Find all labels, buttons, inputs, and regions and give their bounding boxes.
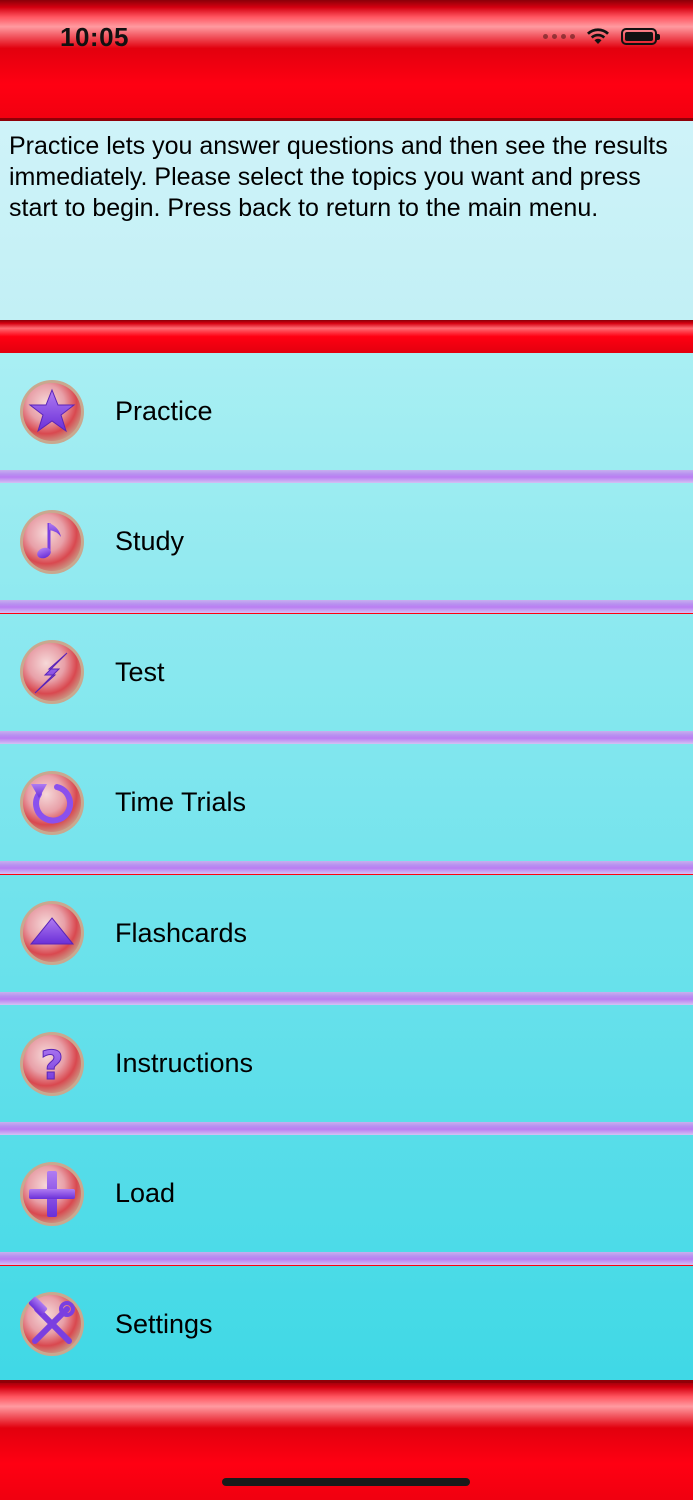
- triangle-up-icon: [19, 900, 85, 966]
- menu-item-load[interactable]: Load: [0, 1135, 693, 1253]
- menu-separator: [0, 600, 693, 614]
- main-menu: Practice Study Test Time Trials Flashcards? I…: [0, 353, 693, 1383]
- plus-icon: [19, 1161, 85, 1227]
- menu-item-label: Flashcards: [115, 917, 248, 948]
- divider-bar: [0, 320, 693, 353]
- question-icon: ?: [19, 1031, 85, 1097]
- status-icons: [543, 26, 660, 46]
- menu-item-instructions[interactable]: ? Instructions: [0, 1005, 693, 1122]
- menu-item-flashcards[interactable]: Flashcards: [0, 874, 693, 992]
- menu-item-label: Time Trials: [115, 787, 247, 818]
- menu-item-label: Instructions: [115, 1048, 254, 1078]
- menu-separator: [0, 861, 693, 875]
- music-note-icon: [19, 509, 85, 575]
- menu-separator: [0, 1252, 693, 1266]
- description-text: Practice lets you answer questions and t…: [0, 121, 693, 321]
- menu-item-label: Load: [115, 1178, 176, 1209]
- tools-icon: [19, 1291, 85, 1357]
- top-bar: 10:05: [0, 0, 693, 121]
- lightning-icon: [19, 639, 85, 705]
- menu-separator: [0, 730, 693, 744]
- menu-item-label: Test: [115, 656, 165, 687]
- status-time: 10:05: [60, 22, 129, 52]
- wifi-icon: [587, 28, 609, 44]
- menu-item-practice[interactable]: Practice: [0, 353, 693, 470]
- menu-item-study[interactable]: Study: [0, 483, 693, 601]
- battery-icon: [621, 27, 660, 45]
- menu-item-label: Study: [115, 526, 185, 557]
- refresh-icon: [19, 770, 85, 836]
- menu-item-settings[interactable]: Settings: [0, 1265, 693, 1383]
- signal-icon: [543, 33, 575, 39]
- menu-item-time-trials[interactable]: Time Trials: [0, 744, 693, 862]
- menu-separator: [0, 1122, 693, 1135]
- menu-item-label: Practice: [115, 396, 213, 426]
- home-indicator[interactable]: [222, 1478, 470, 1486]
- menu-separator: [0, 470, 693, 483]
- star-icon: [19, 379, 85, 445]
- menu-item-test[interactable]: Test: [0, 613, 693, 731]
- menu-item-label: Settings: [115, 1308, 213, 1339]
- menu-separator: [0, 991, 693, 1005]
- svg-text:?: ?: [40, 1043, 63, 1089]
